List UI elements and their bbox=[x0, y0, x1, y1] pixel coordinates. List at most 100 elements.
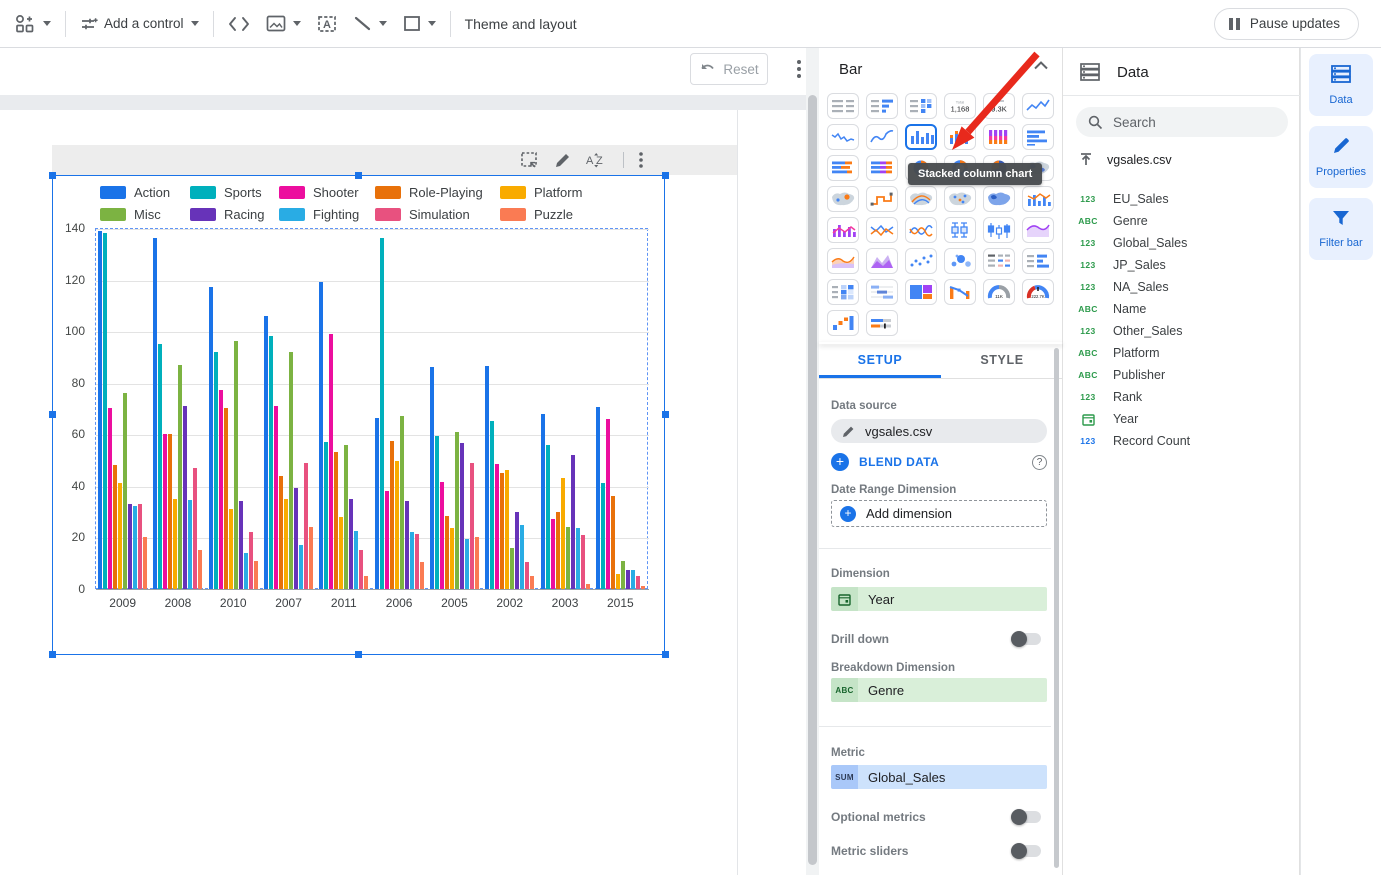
panel-scrollbar[interactable] bbox=[1054, 348, 1059, 868]
bar[interactable] bbox=[103, 233, 107, 589]
bar[interactable] bbox=[133, 506, 137, 589]
bar[interactable] bbox=[349, 499, 353, 589]
bar[interactable] bbox=[445, 516, 449, 589]
sort-az-icon[interactable]: AZ bbox=[585, 151, 609, 169]
field-item[interactable]: 123Rank bbox=[1075, 386, 1289, 408]
bar[interactable] bbox=[183, 406, 187, 589]
tab-style[interactable]: STYLE bbox=[941, 344, 1063, 378]
bar[interactable] bbox=[626, 570, 630, 589]
bar[interactable] bbox=[470, 463, 474, 589]
bar[interactable] bbox=[430, 367, 434, 589]
bar[interactable] bbox=[123, 393, 127, 589]
bar[interactable] bbox=[299, 545, 303, 589]
data-source-row[interactable]: vgsales.csv bbox=[1079, 152, 1172, 167]
bar[interactable] bbox=[153, 238, 157, 589]
field-item[interactable]: 123Record Count bbox=[1075, 430, 1289, 452]
bar[interactable] bbox=[364, 576, 368, 589]
resize-handle[interactable] bbox=[355, 651, 362, 658]
bar[interactable] bbox=[546, 445, 550, 589]
100-stacked-column-chart-icon[interactable] bbox=[983, 124, 1015, 150]
field-item[interactable]: 123Global_Sales bbox=[1075, 232, 1289, 254]
bar[interactable] bbox=[329, 334, 333, 589]
bar[interactable] bbox=[319, 282, 323, 589]
bar[interactable] bbox=[455, 432, 459, 589]
bar[interactable] bbox=[289, 352, 293, 589]
bar[interactable] bbox=[420, 562, 424, 589]
bar[interactable] bbox=[395, 461, 399, 589]
bar[interactable] bbox=[339, 517, 343, 589]
bar[interactable] bbox=[128, 504, 132, 589]
bar[interactable] bbox=[510, 548, 514, 589]
drill-down-toggle[interactable] bbox=[1011, 633, 1041, 645]
bar[interactable] bbox=[279, 476, 283, 589]
bar[interactable] bbox=[143, 537, 147, 589]
rail-data-button[interactable]: Data bbox=[1309, 54, 1373, 116]
canvas-scrollbar[interactable] bbox=[806, 48, 819, 875]
legend-item[interactable]: Role-Playing bbox=[375, 185, 500, 200]
waterfall-icon[interactable] bbox=[827, 310, 859, 336]
bar[interactable] bbox=[505, 470, 509, 589]
treemap-icon[interactable] bbox=[905, 279, 937, 305]
data-source-pill[interactable]: vgsales.csv bbox=[831, 419, 1047, 443]
embed-code-button[interactable] bbox=[220, 7, 258, 41]
legend-item[interactable]: Shooter bbox=[279, 185, 375, 200]
bar[interactable] bbox=[485, 366, 489, 589]
bar[interactable] bbox=[113, 465, 117, 589]
help-icon[interactable]: ? bbox=[1032, 455, 1047, 470]
field-item[interactable]: ABCGenre bbox=[1075, 210, 1289, 232]
bar[interactable] bbox=[264, 316, 268, 589]
table-with-bars-icon[interactable] bbox=[866, 93, 898, 119]
theme-layout-button[interactable]: Theme and layout bbox=[457, 7, 585, 41]
bar[interactable] bbox=[188, 500, 192, 589]
smoothed-time-series-icon[interactable] bbox=[866, 124, 898, 150]
legend-item[interactable]: Platform bbox=[500, 185, 610, 200]
scorecard-compact-icon[interactable]: 9.3K bbox=[983, 93, 1015, 119]
field-item[interactable]: 123Other_Sales bbox=[1075, 320, 1289, 342]
bar[interactable] bbox=[354, 531, 358, 589]
gantt-icon[interactable] bbox=[866, 279, 898, 305]
pivot-table-heatmap-icon[interactable] bbox=[827, 279, 859, 305]
legend-item[interactable]: Action bbox=[100, 185, 190, 200]
box-plot-icon[interactable] bbox=[944, 217, 976, 243]
bar[interactable] bbox=[495, 464, 499, 589]
bar[interactable] bbox=[410, 532, 414, 589]
bubble-chart-icon[interactable] bbox=[944, 248, 976, 274]
resize-handle[interactable] bbox=[355, 172, 362, 179]
bar[interactable] bbox=[415, 534, 419, 589]
bar[interactable] bbox=[173, 499, 177, 589]
bar[interactable] bbox=[214, 352, 218, 589]
bar[interactable] bbox=[239, 501, 243, 589]
add-chart-button[interactable] bbox=[6, 7, 59, 41]
metric-pill[interactable]: SUM Global_Sales bbox=[831, 765, 1047, 789]
pivot-table-bars-icon[interactable] bbox=[1022, 248, 1054, 274]
field-item[interactable]: 123EU_Sales bbox=[1075, 188, 1289, 210]
bar[interactable] bbox=[324, 442, 328, 589]
candlestick-icon[interactable] bbox=[983, 217, 1015, 243]
bar[interactable] bbox=[359, 550, 363, 589]
bar[interactable] bbox=[304, 463, 308, 589]
resize-handle[interactable] bbox=[662, 411, 669, 418]
metric-sliders-toggle[interactable] bbox=[1011, 845, 1041, 857]
resize-handle[interactable] bbox=[662, 172, 669, 179]
column-line-combo-2-icon[interactable] bbox=[827, 217, 859, 243]
resize-handle[interactable] bbox=[49, 411, 56, 418]
canvas-menu-button[interactable] bbox=[791, 56, 807, 82]
dot-map-icon[interactable] bbox=[944, 186, 976, 212]
table-chart-icon[interactable] bbox=[827, 93, 859, 119]
area-chart-icon[interactable] bbox=[827, 248, 859, 274]
bar[interactable] bbox=[576, 528, 580, 589]
time-series-icon[interactable] bbox=[827, 124, 859, 150]
search-input[interactable]: Search bbox=[1076, 107, 1288, 137]
bar[interactable] bbox=[601, 483, 605, 589]
field-item[interactable]: 123NA_Sales bbox=[1075, 276, 1289, 298]
scatter-chart-icon[interactable] bbox=[905, 248, 937, 274]
bar[interactable] bbox=[515, 512, 519, 589]
bar[interactable] bbox=[641, 586, 645, 589]
stacked-column-chart-icon[interactable] bbox=[944, 124, 976, 150]
bar[interactable] bbox=[475, 537, 479, 589]
bar[interactable] bbox=[631, 570, 635, 589]
bar[interactable] bbox=[400, 416, 404, 589]
bar[interactable] bbox=[611, 496, 615, 589]
bar[interactable] bbox=[234, 341, 238, 589]
reset-button[interactable]: Reset bbox=[690, 53, 768, 85]
